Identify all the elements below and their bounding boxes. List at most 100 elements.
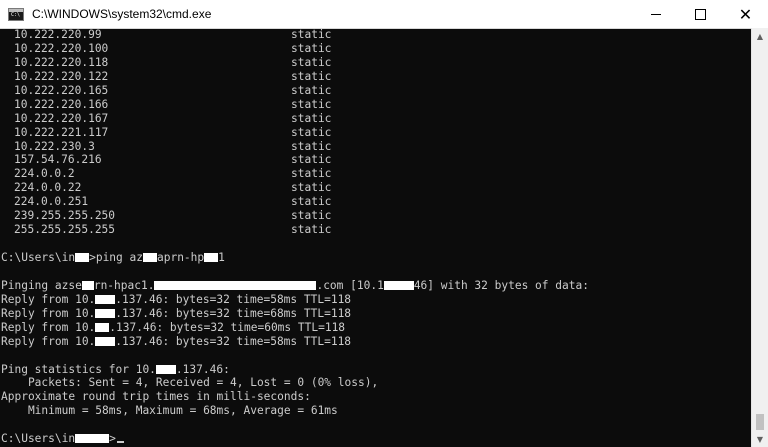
scroll-thumb[interactable] xyxy=(756,414,764,430)
redaction-block xyxy=(81,280,94,290)
route-ip: 10.222.220.100 xyxy=(14,41,109,55)
route-ip: 10.222.221.117 xyxy=(14,125,109,139)
maximize-icon xyxy=(695,8,706,20)
stats-header-line: Ping statistics for 10. .137.46: xyxy=(1,363,753,377)
route-row: 10.222.220.122 static xyxy=(1,70,753,84)
ping-command-line: C:\Users\in >ping az aprn-hp 1 xyxy=(1,251,753,265)
minimize-icon xyxy=(650,13,661,15)
route-type: static xyxy=(291,209,332,223)
title-bar[interactable]: C:\ C:\WINDOWS\system32\cmd.exe ✕ xyxy=(0,0,768,29)
redaction-block xyxy=(75,253,90,262)
route-ip: 224.0.0.22 xyxy=(14,181,82,195)
packets-line: Packets: Sent = 4, Received = 4, Lost = … xyxy=(1,376,379,390)
reply-line: Reply from 10. .137.46: bytes=32 time=60m… xyxy=(1,321,753,335)
route-type: static xyxy=(291,28,332,41)
window-title: C:\WINDOWS\system32\cmd.exe xyxy=(32,7,212,21)
cmd-icon-text: C:\ xyxy=(11,11,21,18)
route-type: static xyxy=(291,97,332,111)
command-text: 1 xyxy=(218,251,225,264)
scroll-down-button[interactable]: ▼ xyxy=(752,431,768,447)
reply-line: Reply from 10. .137.46: bytes=32 time=58m… xyxy=(1,335,753,349)
window-controls: ✕ xyxy=(633,0,768,28)
text-cursor xyxy=(116,441,124,444)
pinging-line: Pinging azse rn-hpac1. .com [10.1 46] with … xyxy=(1,279,753,293)
output-text: .137.46: bytes=32 time=58ms TTL=118 xyxy=(115,292,352,306)
route-table: 10.222.220.99 static 10.222.220.100 static 1… xyxy=(1,28,753,237)
command-text: >ping az xyxy=(89,251,143,264)
route-row: 10.222.220.166 static xyxy=(1,98,753,112)
cmd-app-icon[interactable]: C:\ xyxy=(8,7,24,21)
output-text: Reply from 10. xyxy=(1,306,96,320)
redaction-block xyxy=(75,434,110,444)
output-text: .137.46: bytes=32 time=58ms TTL=118 xyxy=(115,334,352,348)
maximize-button[interactable] xyxy=(678,0,723,28)
redaction-block xyxy=(95,322,110,332)
output-text: Pinging azse xyxy=(1,278,82,292)
route-type: static xyxy=(291,153,332,167)
route-ip: 224.0.0.2 xyxy=(14,167,75,181)
route-type: static xyxy=(291,111,332,125)
route-ip: 10.222.220.122 xyxy=(14,69,109,83)
arrow-down-icon: ▼ xyxy=(756,434,764,444)
route-type: static xyxy=(291,181,332,195)
route-row: 10.222.221.117 static xyxy=(1,126,753,140)
close-icon: ✕ xyxy=(738,4,753,24)
route-row: 10.222.220.100 static xyxy=(1,42,753,56)
output-text: .137.46: xyxy=(175,362,230,376)
output-text: .com [10.1 xyxy=(316,278,384,292)
route-ip: 10.222.220.99 xyxy=(14,28,102,41)
prompt-text: > xyxy=(109,432,116,446)
redaction-block xyxy=(95,294,116,304)
route-row: 224.0.0.251 static xyxy=(1,195,753,209)
route-type: static xyxy=(291,69,332,83)
route-ip: 224.0.0.251 xyxy=(14,195,89,209)
output-text: rn-hpac1. xyxy=(93,278,155,292)
route-ip: 239.255.255.250 xyxy=(14,209,116,223)
times-line: Minimum = 58ms, Maximum = 68ms, Average … xyxy=(1,404,338,418)
minimize-button[interactable] xyxy=(633,0,678,28)
output-text: Reply from 10. xyxy=(1,334,96,348)
route-row: 10.222.220.99 static xyxy=(1,28,753,42)
route-row: 224.0.0.2 static xyxy=(1,167,753,181)
route-row: 10.222.220.165 static xyxy=(1,84,753,98)
route-type: static xyxy=(291,55,332,69)
route-type: static xyxy=(291,125,332,139)
console-output[interactable]: 10.222.220.99 static 10.222.220.100 static 1… xyxy=(0,28,753,447)
route-type: static xyxy=(291,139,332,153)
route-row: 157.54.76.216 static xyxy=(1,153,753,167)
prompt-text: C:\Users\in xyxy=(1,251,76,264)
scroll-up-button[interactable]: ▲ xyxy=(752,28,768,44)
redaction-block xyxy=(383,280,414,290)
output-text: Reply from 10. xyxy=(1,320,96,334)
close-button[interactable]: ✕ xyxy=(723,0,768,28)
route-row: 10.222.230.3 static xyxy=(1,140,753,154)
arrow-up-icon: ▲ xyxy=(756,31,764,41)
route-type: static xyxy=(291,223,332,237)
route-ip: 10.222.230.3 xyxy=(14,139,95,153)
redaction-block xyxy=(95,308,116,318)
output-text: Reply from 10. xyxy=(1,292,96,306)
output-text: .137.46: bytes=32 time=60ms TTL=118 xyxy=(109,320,346,334)
redaction-block xyxy=(204,253,219,262)
redaction-block xyxy=(155,364,176,374)
redaction-block xyxy=(95,336,116,346)
route-ip: 255.255.255.255 xyxy=(14,223,116,237)
route-ip: 10.222.220.165 xyxy=(14,83,109,97)
route-row: 10.222.220.118 static xyxy=(1,56,753,70)
route-row: 255.255.255.255 static xyxy=(1,223,753,237)
redaction-block xyxy=(142,253,157,262)
output-text: 46] with 32 bytes of data: xyxy=(413,278,589,292)
redaction-block xyxy=(154,280,317,290)
route-type: static xyxy=(291,167,332,181)
reply-line: Reply from 10. .137.46: bytes=32 time=58m… xyxy=(1,293,753,307)
vertical-scrollbar[interactable]: ▲ ▼ xyxy=(751,28,768,447)
route-ip: 10.222.220.167 xyxy=(14,111,109,125)
route-row: 239.255.255.250 static xyxy=(1,209,753,223)
reply-list: Reply from 10. .137.46: bytes=32 time=58m… xyxy=(1,293,753,349)
route-row: 224.0.0.22 static xyxy=(1,181,753,195)
output-text: Ping statistics for 10. xyxy=(1,362,156,376)
